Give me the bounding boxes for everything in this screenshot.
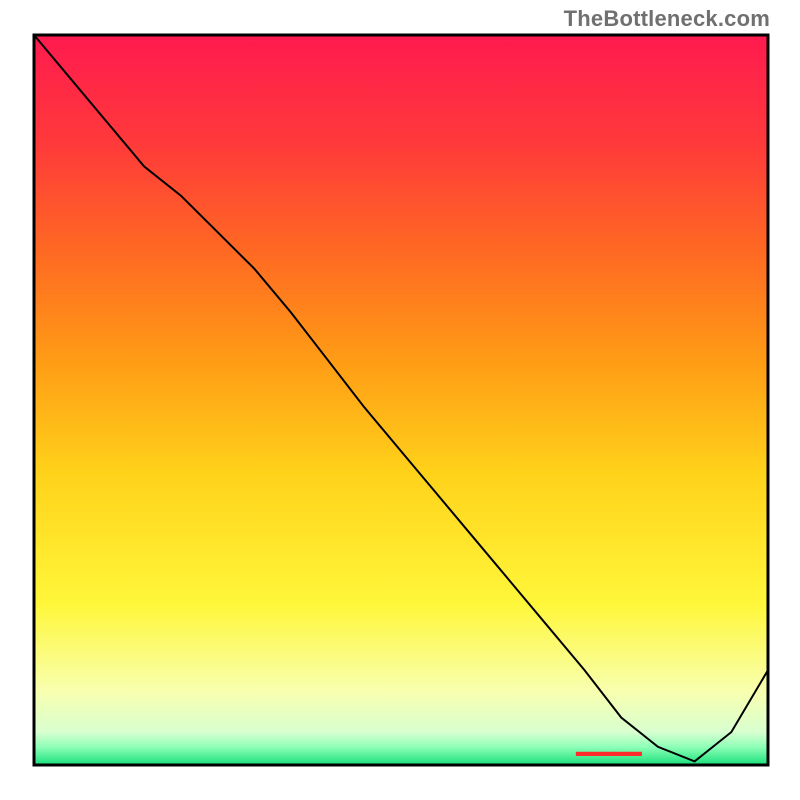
- chart-min-annotation: ▬▬▬▬▬: [576, 743, 641, 759]
- chart-container: TheBottleneck.com ▬▬▬▬▬: [0, 0, 800, 800]
- chart-plot-background: [34, 35, 768, 765]
- bottleneck-line-chart: [0, 0, 800, 800]
